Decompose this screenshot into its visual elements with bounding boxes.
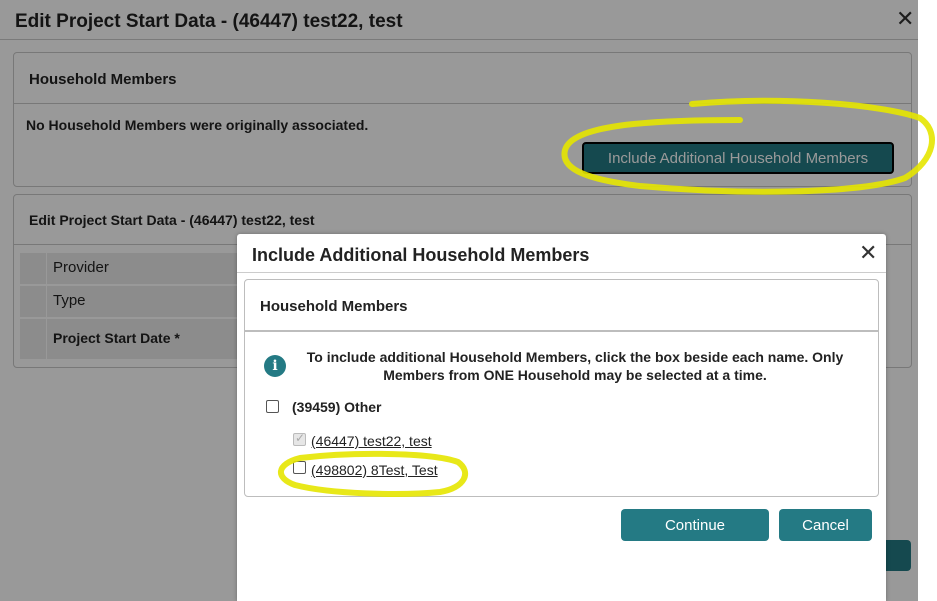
modal-panel-title: Household Members — [260, 298, 408, 315]
instructions-text: To include additional Household Members,… — [306, 349, 844, 383]
member-checkbox-498802[interactable] — [293, 461, 306, 474]
divider — [245, 330, 878, 332]
include-members-modal: Include Additional Household Members ✕ H… — [237, 234, 886, 601]
page-edge — [918, 0, 937, 601]
member-link-498802[interactable]: (498802) 8Test, Test — [311, 462, 438, 478]
divider — [237, 272, 886, 273]
member-checkbox-46447 — [293, 431, 306, 446]
info-icon: i — [264, 355, 286, 377]
cancel-button[interactable]: Cancel — [779, 509, 872, 541]
household-group-checkbox[interactable] — [266, 400, 279, 413]
modal-close-icon[interactable]: ✕ — [859, 242, 877, 264]
modal-title: Include Additional Household Members — [252, 245, 590, 265]
continue-button[interactable]: Continue — [621, 509, 769, 541]
household-group-label: (39459) Other — [292, 399, 382, 415]
member-link-46447[interactable]: (46447) test22, test — [311, 433, 432, 449]
modal-household-panel: Household Members i To include additiona… — [244, 279, 879, 497]
